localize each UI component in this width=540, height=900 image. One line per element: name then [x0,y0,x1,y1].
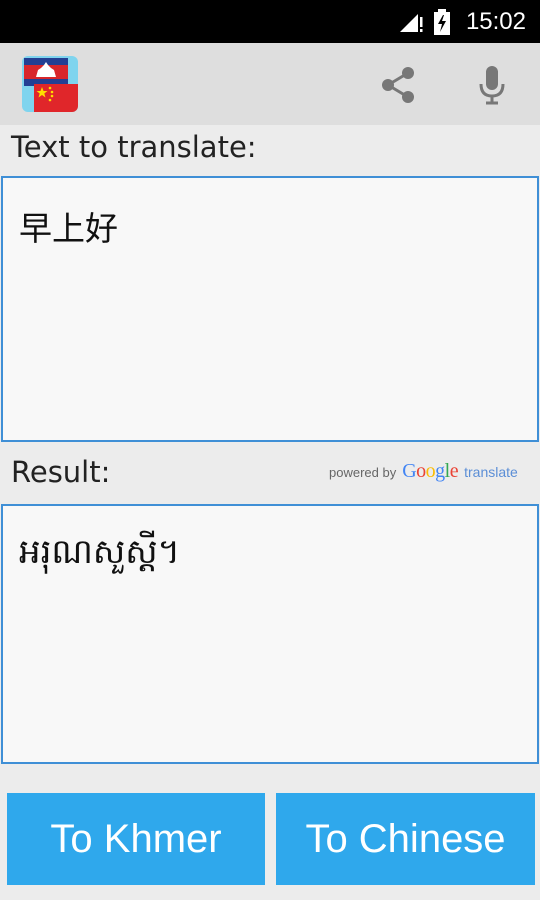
input-label: Text to translate: [11,130,257,164]
to-khmer-button[interactable]: To Khmer [7,793,265,885]
google-letter: o [425,460,436,482]
google-translate-attribution: powered by Google translate [329,460,518,484]
to-chinese-button[interactable]: To Chinese [276,793,535,885]
status-bar: 15:02 [0,0,540,43]
google-letter: G [402,460,417,482]
clock: 15:02 [465,7,526,35]
source-text-input[interactable]: 早上好 [1,176,539,442]
cambodia-china-flag-icon[interactable] [22,56,78,112]
result-text-output[interactable]: អរុណសួស្តី។ [1,504,539,764]
result-label: Result: [11,455,111,489]
battery-icon [433,8,450,35]
google-letter: g [435,460,445,482]
microphone-icon[interactable] [468,61,516,109]
action-bar [0,43,540,125]
translate-word: translate [464,464,518,480]
google-letter: e [449,460,459,482]
google-letter: o [416,460,426,482]
google-logo: Google [402,460,458,483]
share-icon[interactable] [374,61,422,109]
powered-by-text: powered by [329,465,397,480]
signal-icon [398,11,424,33]
